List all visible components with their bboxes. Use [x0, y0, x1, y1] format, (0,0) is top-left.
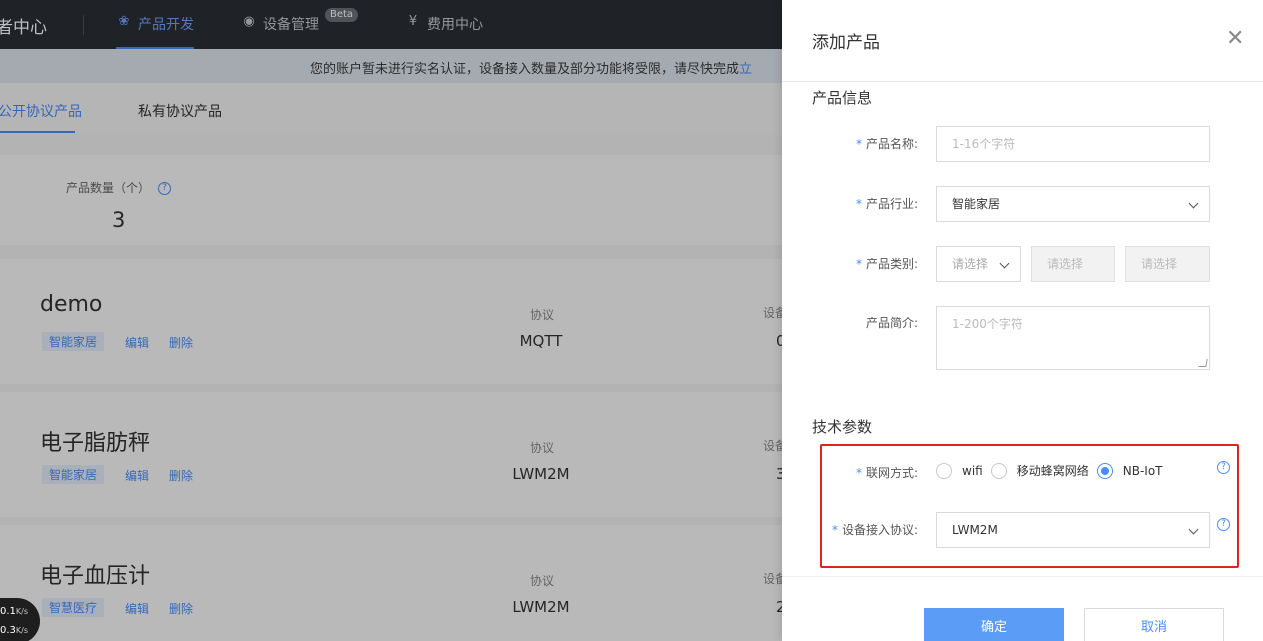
radio-circle[interactable] [936, 462, 952, 479]
radio-cellular[interactable]: 移动蜂窝网络 [990, 462, 1089, 479]
product-category-label: * 产品类别: [782, 255, 918, 272]
label-text: 设备接入协议: [841, 523, 918, 537]
cancel-button[interactable]: 取消 [1084, 608, 1224, 641]
speed-unit: K/s [15, 626, 29, 635]
protocol-value: LWM2M [952, 523, 998, 537]
chevron-down-icon [1188, 198, 1199, 209]
product-intro-textarea[interactable] [936, 306, 1210, 370]
add-product-drawer: 添加产品 ✕ 产品信息 *产品名称: *产品行业: 智能家居 *产品类别: 请选… [782, 0, 1263, 641]
radio-label: 移动蜂窝网络 [1016, 464, 1089, 478]
category-select-1[interactable]: 请选择 [936, 246, 1021, 282]
label-text: 联网方式: [865, 466, 918, 480]
required-mark: * [855, 466, 862, 480]
industry-value: 智能家居 [952, 197, 1001, 211]
drawer-title: 添加产品 [812, 33, 880, 53]
download-speed: 0.3K/s [0, 621, 40, 640]
required-mark: * [855, 137, 862, 151]
radio-circle[interactable] [990, 462, 1007, 479]
label-text: 产品行业: [865, 197, 918, 211]
label-text: 产品简介: [865, 316, 918, 330]
resize-handle-icon[interactable] [1198, 359, 1208, 367]
category-select-2[interactable]: 请选择 [1031, 246, 1115, 282]
label-text: 产品名称: [865, 137, 918, 151]
download-value: 0.3 [0, 625, 16, 636]
upload-value: 0.1 [0, 606, 16, 617]
confirm-button[interactable]: 确定 [924, 608, 1064, 641]
product-name-label: * 产品名称: [782, 135, 918, 152]
radio-wifi[interactable]: wifi [936, 462, 983, 479]
network-mode-label: * 联网方式: [782, 464, 918, 481]
label-text: 产品类别: [865, 257, 918, 271]
upload-speed: 0.1K/s [0, 602, 40, 621]
required-mark: * [855, 257, 862, 271]
radio-nbiot[interactable]: NB-IoT [1096, 462, 1163, 479]
product-name-input[interactable] [936, 126, 1210, 162]
chevron-down-icon [1188, 524, 1199, 535]
radio-label: wifi [962, 463, 983, 478]
network-speed-widget: 0.1K/s 0.3K/s [0, 598, 40, 641]
help-icon[interactable]: ? [1217, 461, 1230, 474]
radio-label: NB-IoT [1122, 463, 1163, 478]
required-mark: * [855, 197, 862, 211]
drawer-divider [782, 81, 1263, 82]
category-placeholder: 请选择 [1047, 257, 1084, 271]
radio-circle-checked[interactable] [1096, 462, 1113, 479]
category-placeholder: 请选择 [1141, 257, 1178, 271]
category-select-3[interactable]: 请选择 [1125, 246, 1210, 282]
product-intro-label: 产品简介: [782, 314, 918, 331]
product-industry-label: * 产品行业: [782, 195, 918, 212]
close-icon[interactable]: ✕ [1226, 28, 1244, 50]
section-tech-params: 技术参数 [812, 418, 873, 436]
speed-unit: K/s [15, 607, 29, 616]
industry-select[interactable]: 智能家居 [936, 186, 1210, 222]
help-icon[interactable]: ? [1217, 518, 1230, 531]
footer-divider [782, 576, 1263, 577]
access-protocol-label: * 设备接入协议: [782, 521, 918, 538]
network-radio-group: wifi 移动蜂窝网络 NB-IoT [936, 462, 1170, 479]
protocol-select[interactable]: LWM2M [936, 512, 1210, 548]
section-product-info: 产品信息 [812, 89, 873, 107]
required-mark: * [831, 523, 838, 537]
chevron-down-icon [999, 258, 1010, 269]
category-placeholder: 请选择 [952, 257, 989, 271]
